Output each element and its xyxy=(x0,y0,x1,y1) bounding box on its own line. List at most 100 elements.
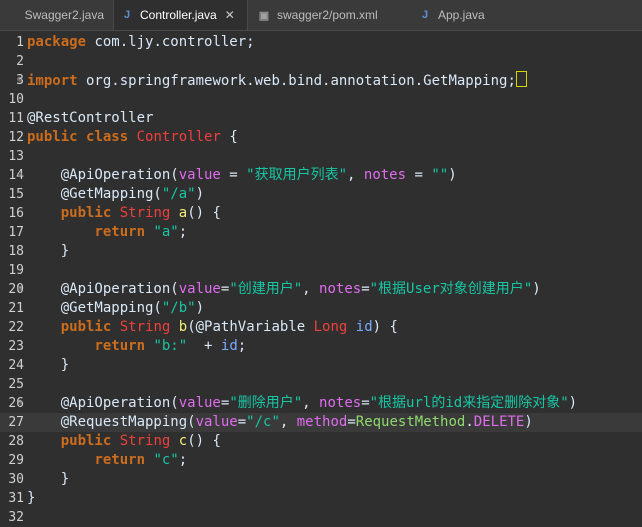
code-token: value xyxy=(195,414,238,430)
code-line[interactable]: 32 xyxy=(0,508,642,527)
code-token: , xyxy=(302,281,320,297)
tab-label: Swagger2.java xyxy=(24,8,104,22)
code-line[interactable]: 31} xyxy=(0,489,642,508)
code-token: return xyxy=(94,224,146,240)
code-token: Controller xyxy=(136,129,221,145)
code-line[interactable]: 28 public String c() { xyxy=(0,432,642,451)
code-line[interactable]: 14 ⊖ @ApiOperation(value = "获取用户列表", note… xyxy=(0,166,642,185)
code-line[interactable]: 25 xyxy=(0,375,642,394)
code-token: @ApiOperation( xyxy=(27,167,179,183)
code-token: ; xyxy=(178,224,188,240)
code-token: { xyxy=(220,129,238,145)
code-token: b xyxy=(178,319,188,335)
code-line[interactable]: 15 @GetMapping("/a") xyxy=(0,185,642,204)
code-token: class xyxy=(86,129,129,145)
code-token: "根据url的id来指定删除对象" xyxy=(369,395,569,411)
code-line[interactable]: 17 return "a"; xyxy=(0,223,642,242)
code-line[interactable]: 12 public class Controller { xyxy=(0,128,642,147)
code-line[interactable]: 11 @RestController xyxy=(0,109,642,128)
line-number: 21 xyxy=(8,301,24,316)
code-token: = xyxy=(361,395,370,411)
code-line[interactable]: 13 xyxy=(0,147,642,166)
code-token: a xyxy=(178,205,188,221)
java-file-icon xyxy=(6,8,19,22)
code-token: ) xyxy=(448,167,457,183)
code-token: + xyxy=(187,338,221,354)
code-line[interactable]: 2 xyxy=(0,52,642,71)
code-token: public xyxy=(60,433,112,449)
line-number: 19 xyxy=(8,263,24,278)
code-token: return xyxy=(94,452,146,468)
code-token: value xyxy=(178,281,221,297)
tab-pom-xml[interactable]: ▣ swagger2/pom.xml xyxy=(251,0,401,30)
fold-toggle-icon[interactable]: ⊕ xyxy=(17,71,22,90)
line-number: 1 xyxy=(16,35,24,50)
fold-toggle-icon[interactable]: ⊖ xyxy=(17,280,22,299)
code-text: @RequestMapping(value="/c", method=Reque… xyxy=(27,413,533,432)
code-token: = xyxy=(220,167,247,183)
code-token: (@PathVariable xyxy=(187,319,314,335)
code-token: , xyxy=(302,395,320,411)
code-token: value xyxy=(178,167,221,183)
code-line[interactable]: 16 public String a() { xyxy=(0,204,642,223)
code-line[interactable]: 20 ⊖ @ApiOperation(value="创建用户", notes="根… xyxy=(0,280,642,299)
tab-app-java[interactable]: J App.java xyxy=(412,0,522,30)
code-line[interactable]: 10 xyxy=(0,90,642,109)
tab-label: App.java xyxy=(438,8,485,22)
tab-controller-java[interactable]: J Controller.java ✕ xyxy=(113,0,248,30)
code-token: = xyxy=(361,281,370,297)
code-text: public String c() { xyxy=(27,432,221,451)
code-token: @GetMapping( xyxy=(27,186,162,202)
code-token: "" xyxy=(431,167,449,183)
line-number: 28 xyxy=(8,434,24,449)
code-token: id xyxy=(355,319,373,335)
code-text: } xyxy=(27,242,69,261)
code-editor[interactable]: 1 package com.ljy.controller; 2 3 ⊕ import or… xyxy=(0,31,642,526)
close-icon[interactable]: ✕ xyxy=(225,8,235,22)
editor-tab-bar: Swagger2.java J Controller.java ✕ ▣ swag… xyxy=(0,0,642,31)
code-text: @GetMapping("/b") xyxy=(27,299,204,318)
code-text: } xyxy=(27,470,69,489)
code-token: } xyxy=(27,490,36,506)
code-line[interactable]: 23 return "b:" + id; xyxy=(0,337,642,356)
code-line[interactable]: 1 package com.ljy.controller; xyxy=(0,33,642,52)
code-token: id xyxy=(220,338,238,354)
fold-toggle-icon[interactable]: ⊖ xyxy=(17,394,22,413)
code-line[interactable]: 21 @GetMapping("/b") xyxy=(0,299,642,318)
line-number: 29 xyxy=(8,453,24,468)
code-line[interactable]: 3 ⊕ import org.springframework.web.bind.an… xyxy=(0,71,642,90)
code-text: } xyxy=(27,489,35,508)
code-text: public class Controller { xyxy=(27,128,238,147)
code-line[interactable]: 30 } xyxy=(0,470,642,489)
line-number: 13 xyxy=(8,149,24,164)
code-token: org.springframework.web.bind.annotation.… xyxy=(77,73,516,89)
code-line[interactable]: 22 public String b(@PathVariable Long id… xyxy=(0,318,642,337)
code-text: public String b(@PathVariable Long id) { xyxy=(27,318,398,337)
code-token: () { xyxy=(187,433,221,449)
code-token: notes xyxy=(319,281,362,297)
line-number: 27 xyxy=(8,415,24,430)
code-token: public xyxy=(60,205,112,221)
code-line[interactable]: 18 } xyxy=(0,242,642,261)
code-line[interactable]: 19 xyxy=(0,261,642,280)
tab-swagger2-java[interactable]: Swagger2.java xyxy=(0,0,110,30)
code-line[interactable]: 26 ⊖ @ApiOperation(value="删除用户", notes="根… xyxy=(0,394,642,413)
code-line[interactable]: 24 } xyxy=(0,356,642,375)
code-token: ) { xyxy=(372,319,398,335)
fold-toggle-icon[interactable]: ⊖ xyxy=(17,166,22,185)
code-line[interactable]: 27 @RequestMapping(value="/c", method=Re… xyxy=(0,413,642,432)
code-token: "c" xyxy=(153,452,179,468)
code-text: public String a() { xyxy=(27,204,221,223)
tab-label: Controller.java xyxy=(140,8,217,22)
code-token: "/c" xyxy=(246,414,280,430)
code-line[interactable]: 29 return "c"; xyxy=(0,451,642,470)
code-token: String xyxy=(119,433,171,449)
code-token: } xyxy=(27,357,70,373)
